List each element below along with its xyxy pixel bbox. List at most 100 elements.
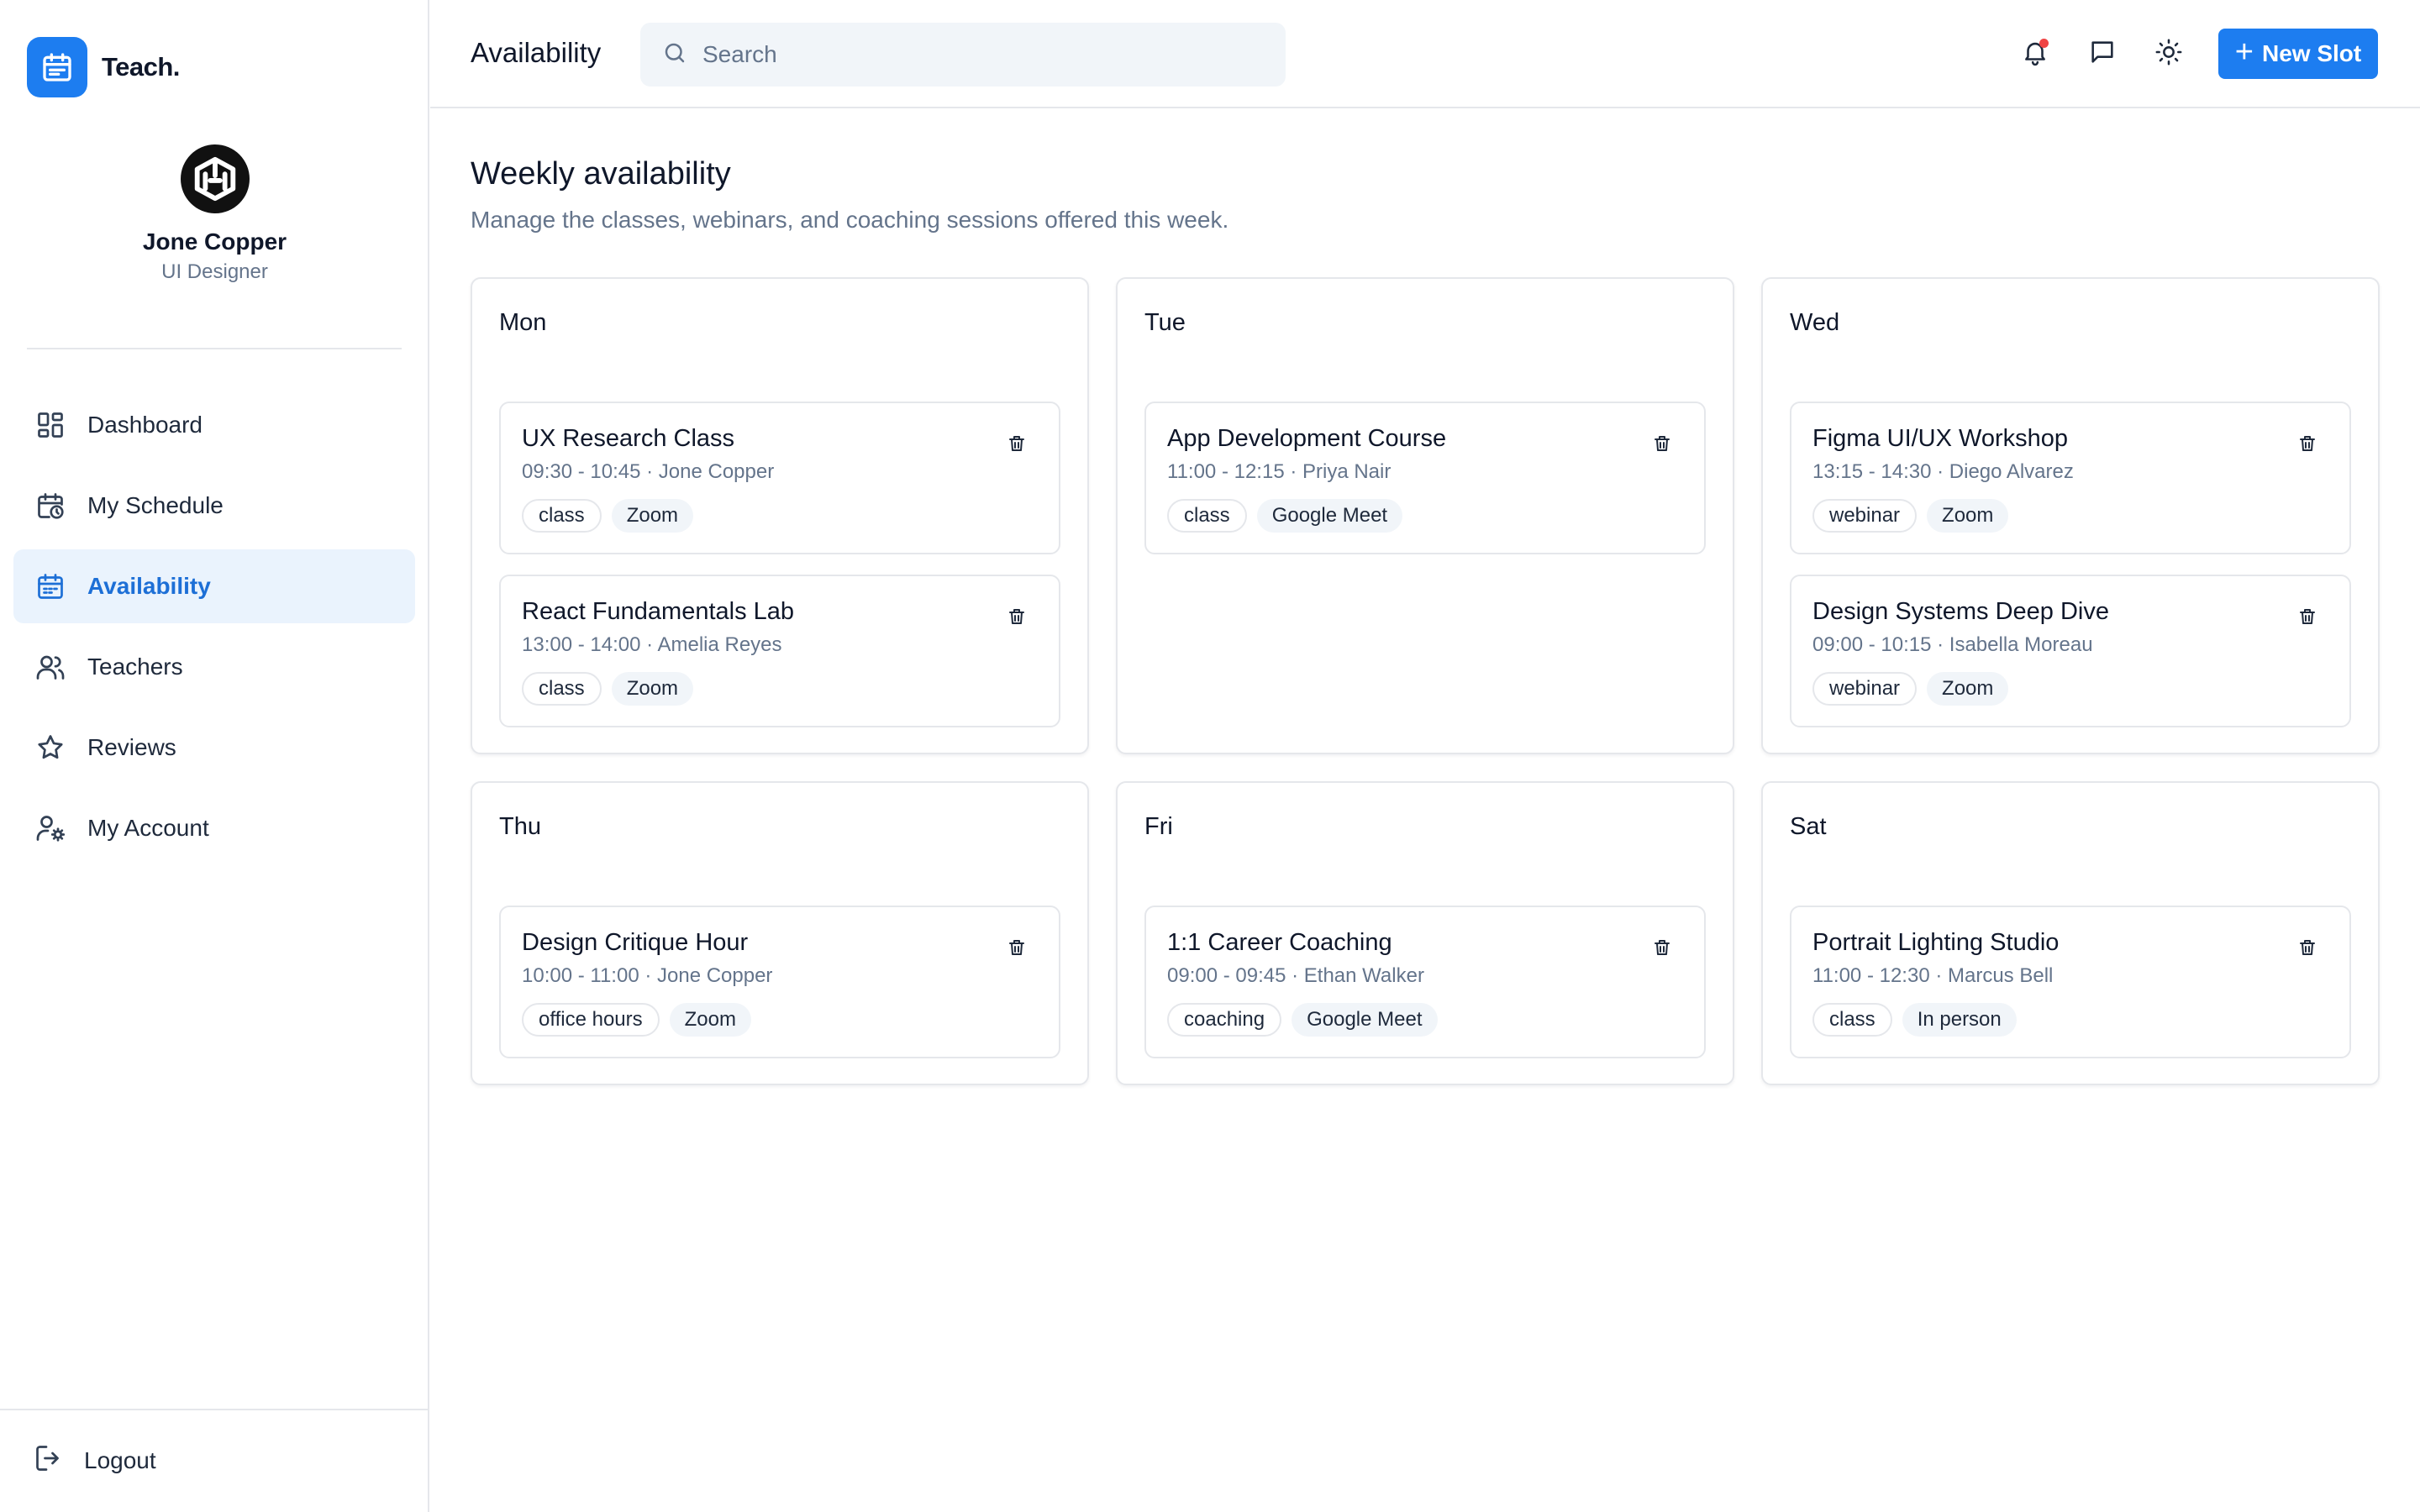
slot-time: 09:00 - 09:45 [1167, 964, 1286, 987]
trash-icon[interactable] [1002, 428, 1032, 459]
slot-meta: 09:30 - 10:45 · Jone Copper [522, 460, 775, 483]
slot-time: 09:00 - 10:15 [1812, 633, 1932, 656]
calendar-icon [27, 37, 87, 97]
sidebar-divider [27, 348, 402, 349]
slot-platform-tag: Zoom [1927, 499, 2009, 533]
search-bar[interactable] [640, 23, 1286, 87]
new-slot-label: New Slot [2261, 40, 2362, 66]
logout-icon [34, 1443, 64, 1478]
sidebar-item-label: Dashboard [87, 412, 203, 438]
trash-icon[interactable] [1002, 932, 1032, 963]
logout-label: Logout [84, 1446, 156, 1473]
profile-name: Jone Copper [142, 228, 287, 255]
section-subtitle: Manage the classes, webinars, and coachi… [471, 207, 1229, 233]
calendar-clock-icon [34, 489, 67, 522]
page-title: Availability [471, 37, 602, 68]
sun-icon [2154, 38, 2183, 71]
slot-tags: class In person [1812, 1003, 2027, 1037]
slot-tags: class Google Meet [1167, 499, 1413, 533]
slot-platform-tag: Google Meet [1292, 1003, 1438, 1037]
theme-toggle-button[interactable] [2149, 34, 2189, 74]
sidebar: Teach. Jone Copper UI Designer Dashboard [0, 0, 429, 1512]
day-label: Mon [499, 309, 547, 336]
slot-time: 10:00 - 11:00 [522, 964, 639, 987]
sidebar-item-dashboard[interactable]: Dashboard [13, 388, 415, 462]
trash-icon[interactable] [2292, 428, 2323, 459]
trash-icon[interactable] [1647, 428, 1677, 459]
section-title: Weekly availability [471, 156, 731, 192]
calendar-icon [34, 570, 67, 603]
slot-time: 11:00 - 12:15 [1167, 460, 1285, 483]
slot-title: Portrait Lighting Studio [1812, 929, 2060, 956]
slot-platform-tag: Zoom [1927, 672, 2009, 706]
slot-time: 13:00 - 14:00 [522, 633, 641, 656]
slot-time: 09:30 - 10:45 [522, 460, 641, 483]
slot-tags: coaching Google Meet [1167, 1003, 1448, 1037]
top-bar: Availability + New Slot [430, 0, 2420, 108]
trash-icon[interactable] [2292, 932, 2323, 963]
chat-icon [2088, 38, 2117, 71]
slot-card[interactable]: App Development Course 11:00 - 12:15 · P… [1144, 402, 1706, 554]
slot-card[interactable]: 1:1 Career Coaching 09:00 - 09:45 · Etha… [1144, 906, 1706, 1058]
sidebar-item-label: My Schedule [87, 492, 224, 518]
brand-name: Teach. [102, 52, 180, 81]
slot-card[interactable]: React Fundamentals Lab 13:00 - 14:00 · A… [499, 575, 1060, 727]
notification-dot [2039, 39, 2049, 48]
sidebar-item-my-schedule[interactable]: My Schedule [13, 469, 415, 543]
slot-tags: class Zoom [522, 499, 703, 533]
slot-type-tag: office hours [522, 1003, 660, 1037]
slot-title: UX Research Class [522, 425, 735, 452]
slot-teacher: Amelia Reyes [657, 633, 782, 656]
sidebar-item-my-account[interactable]: My Account [13, 791, 415, 865]
notifications-button[interactable] [2015, 34, 2055, 74]
day-label: Fri [1144, 813, 1173, 840]
day-label: Tue [1144, 309, 1186, 336]
search-input[interactable] [702, 41, 1240, 68]
slot-meta: 13:00 - 14:00 · Amelia Reyes [522, 633, 782, 656]
slot-title: Figma UI/UX Workshop [1812, 425, 2069, 452]
user-gear-icon [34, 811, 67, 845]
slot-card[interactable]: Design Systems Deep Dive 09:00 - 10:15 ·… [1790, 575, 2351, 727]
slot-teacher: Marcus Bell [1948, 964, 2054, 987]
trash-icon[interactable] [2292, 601, 2323, 632]
slot-card[interactable]: Design Critique Hour 10:00 - 11:00 · Jon… [499, 906, 1060, 1058]
slot-platform-tag: Zoom [611, 672, 694, 706]
day-card-tue: Tue App Development Course 11:00 - 12:15… [1116, 277, 1734, 754]
slot-card[interactable]: Figma UI/UX Workshop 13:15 - 14:30 · Die… [1790, 402, 2351, 554]
trash-icon[interactable] [1002, 601, 1032, 632]
slot-card[interactable]: Portrait Lighting Studio 11:00 - 12:30 ·… [1790, 906, 2351, 1058]
slot-time: 13:15 - 14:30 [1812, 460, 1932, 483]
slot-platform-tag: Zoom [611, 499, 694, 533]
messages-button[interactable] [2082, 34, 2123, 74]
brand[interactable]: Teach. [27, 37, 180, 97]
slot-platform-tag: Zoom [669, 1003, 751, 1037]
sidebar-item-reviews[interactable]: Reviews [13, 711, 415, 785]
logout-button[interactable]: Logout [34, 1443, 156, 1478]
profile: Jone Copper UI Designer [0, 144, 429, 284]
trash-icon[interactable] [1647, 932, 1677, 963]
sidebar-item-teachers[interactable]: Teachers [13, 630, 415, 704]
sidebar-item-label: Reviews [87, 734, 176, 760]
sidebar-item-label: Teachers [87, 654, 183, 680]
plus-icon: + [2234, 34, 2254, 70]
slot-time: 11:00 - 12:30 [1812, 964, 1930, 987]
sidebar-nav: Dashboard My Schedule Availability Teach… [13, 388, 415, 872]
new-slot-button[interactable]: + New Slot [2218, 29, 2378, 79]
slot-type-tag: webinar [1812, 499, 1918, 533]
slot-type-tag: class [522, 672, 602, 706]
sidebar-item-availability[interactable]: Availability [13, 549, 415, 623]
slot-card[interactable]: UX Research Class 09:30 - 10:45 · Jone C… [499, 402, 1060, 554]
slot-meta: 10:00 - 11:00 · Jone Copper [522, 964, 773, 987]
slot-type-tag: coaching [1167, 1003, 1282, 1037]
avatar[interactable] [180, 144, 250, 213]
slot-title: 1:1 Career Coaching [1167, 929, 1392, 956]
slot-title: App Development Course [1167, 425, 1447, 452]
day-card-sat: Sat Portrait Lighting Studio 11:00 - 12:… [1761, 781, 2380, 1085]
star-icon [34, 731, 67, 764]
slot-title: Design Systems Deep Dive [1812, 598, 2109, 625]
slot-meta: 11:00 - 12:30 · Marcus Bell [1812, 964, 2054, 987]
slot-meta: 13:15 - 14:30 · Diego Alvarez [1812, 460, 2074, 483]
slot-type-tag: class [1812, 1003, 1892, 1037]
users-icon [34, 650, 67, 684]
search-icon [662, 40, 687, 70]
